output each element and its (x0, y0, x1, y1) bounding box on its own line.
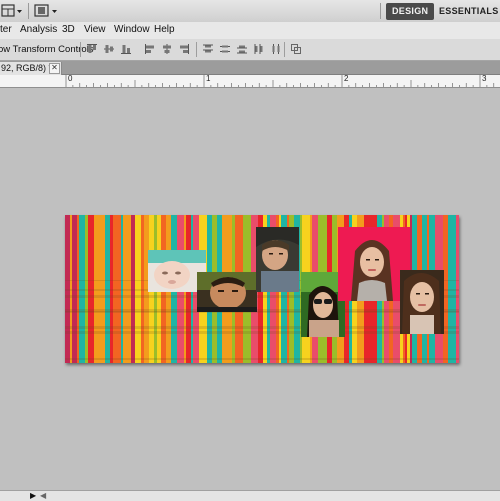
document-tab[interactable]: 92, RGB/8) * ✕ (0, 62, 62, 75)
scroll-left-arrow-icon[interactable]: ◀ (40, 492, 46, 500)
menu-window[interactable]: Window (114, 24, 150, 35)
align-horizontal-centers-icon[interactable] (161, 43, 173, 55)
distribute-bottom-icon[interactable] (236, 43, 248, 55)
application-bar: DESIGN ESSENTIALS (0, 0, 500, 23)
menu-3d[interactable]: 3D (62, 24, 75, 35)
girl-hat-photo (256, 227, 299, 292)
menu-analysis[interactable]: Analysis (20, 24, 57, 35)
boy-photo (197, 272, 257, 312)
options-divider (196, 42, 197, 57)
woman-red-background-photo (338, 227, 410, 301)
distribute-horizontal-centers-icon[interactable] (270, 43, 282, 55)
options-divider (284, 42, 285, 57)
align-left-edges-icon[interactable] (144, 43, 156, 55)
menu-filter[interactable]: ter (0, 24, 12, 35)
woman-brown-hair-photo (400, 270, 444, 334)
ruler-label: 2 (344, 74, 349, 83)
horizontal-scrollbar[interactable]: ▶ ◀ (0, 490, 500, 501)
align-vertical-centers-icon[interactable] (103, 43, 115, 55)
options-bar: ow Transform Controls (0, 39, 500, 61)
document-tab-title: 92, RGB/8) * (1, 63, 53, 73)
auto-align-layers-icon[interactable] (290, 43, 302, 55)
ruler-label: 0 (68, 74, 73, 83)
workspace-divider (380, 3, 381, 19)
workspace-essentials-button[interactable]: ESSENTIALS (433, 3, 500, 20)
options-divider (80, 42, 81, 57)
distribute-vertical-centers-icon[interactable] (219, 43, 231, 55)
document-canvas[interactable] (65, 215, 459, 363)
align-right-edges-icon[interactable] (178, 43, 190, 55)
photo-collage (148, 227, 444, 337)
distribute-left-icon[interactable] (253, 43, 265, 55)
arrange-documents-icon (1, 4, 22, 17)
screen-mode-icon (34, 4, 57, 17)
align-bottom-edges-icon[interactable] (120, 43, 132, 55)
distribute-top-icon[interactable] (202, 43, 214, 55)
close-document-button[interactable]: ✕ (49, 63, 60, 74)
ruler-label: 1 (206, 74, 211, 83)
menu-bar: ter Analysis 3D View Window Help (0, 22, 500, 40)
menu-help[interactable]: Help (154, 24, 175, 35)
workspace-design-button[interactable]: DESIGN (386, 3, 435, 20)
screen-mode-button[interactable] (34, 3, 58, 19)
horizontal-ruler: 0 1 2 3 (0, 74, 500, 88)
ruler-label: 3 (482, 74, 487, 83)
arrange-documents-button[interactable] (1, 3, 23, 19)
menu-view[interactable]: View (84, 24, 106, 35)
scroll-right-arrow-icon[interactable]: ▶ (30, 492, 36, 500)
toolbar-divider (28, 3, 29, 19)
align-top-edges-icon[interactable] (86, 43, 98, 55)
document-tab-strip (0, 61, 500, 75)
ruler-ticks (65, 75, 495, 87)
